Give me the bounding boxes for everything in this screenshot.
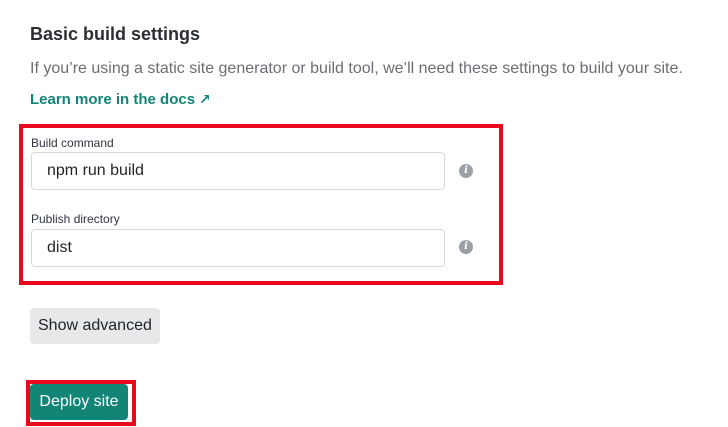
publish-directory-info-icon[interactable]: i (459, 240, 473, 254)
deploy-site-button[interactable]: Deploy site (30, 384, 128, 420)
docs-link-label: Learn more in the docs (30, 91, 196, 108)
external-arrow-icon: ↗ (199, 91, 211, 107)
section-description: If you’re using a static site generator … (30, 60, 683, 77)
build-command-label: Build command (31, 136, 114, 150)
build-command-info-icon[interactable]: i (459, 164, 473, 178)
build-command-input[interactable]: npm run build (31, 152, 445, 190)
docs-link[interactable]: Learn more in the docs ↗ (30, 91, 211, 108)
show-advanced-button[interactable]: Show advanced (30, 308, 160, 344)
section-title: Basic build settings (30, 24, 201, 44)
publish-directory-input[interactable]: dist (31, 229, 445, 267)
publish-directory-label: Publish directory (31, 212, 120, 226)
